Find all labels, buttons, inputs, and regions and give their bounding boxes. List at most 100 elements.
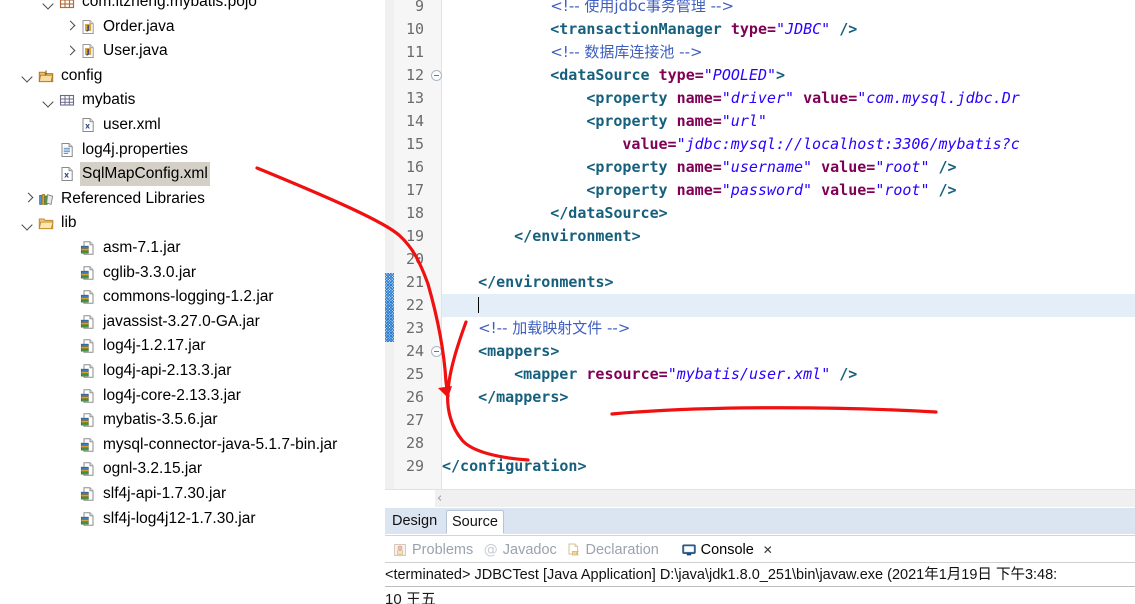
tree-item-mysql-connector-java-5-1-7-bin-jar[interactable]: mysql-connector-java-5.1.7-bin.jar	[0, 433, 358, 457]
code-line[interactable]: </environment>	[442, 225, 1135, 248]
chevron-down-icon[interactable]	[43, 94, 56, 107]
fold-collapse-icon[interactable]	[431, 346, 442, 357]
code-line[interactable]: </environments>	[442, 271, 1135, 294]
tree-item-label: javassist-3.27.0-GA.jar	[103, 312, 260, 330]
line-number: 11	[405, 43, 424, 61]
code-line[interactable]: <property name="driver" value="com.mysql…	[442, 87, 1135, 110]
code-line[interactable]	[442, 294, 1135, 317]
code-line[interactable]: </dataSource>	[442, 202, 1135, 225]
fold-collapse-icon[interactable]	[431, 70, 442, 81]
tree-item-commons-logging-1-2-jar[interactable]: commons-logging-1.2.jar	[0, 285, 358, 309]
code-line[interactable]: <mapper resource="mybatis/user.xml" />	[442, 363, 1135, 386]
code-line[interactable]: value="jdbc:mysql://localhost:3306/mybat…	[442, 133, 1135, 156]
jar-file-icon	[80, 461, 96, 477]
code-line[interactable]: <dataSource type="POOLED">	[442, 64, 1135, 87]
tree-item-lib[interactable]: lib	[0, 211, 358, 235]
changed-lines-marker	[385, 273, 394, 342]
line-number: 20	[405, 250, 424, 268]
chevron-right-icon[interactable]	[22, 192, 35, 205]
scrollbar-left-cap	[385, 490, 435, 507]
line-number: 10	[405, 20, 424, 38]
line-number-gutter: 9 10 11 12 13 14 15 16 17 18 19 20 21 22 23 24 25 26 27 28 2…	[394, 0, 442, 492]
editor-horizontal-scrollbar[interactable]: ‹	[385, 489, 1135, 507]
close-icon[interactable]: ✕	[763, 538, 773, 562]
chevron-down-icon[interactable]	[22, 69, 35, 82]
tree-item-label: mysql-connector-java-5.1.7-bin.jar	[103, 435, 338, 453]
tree-item-log4j-api-2-13-3-jar[interactable]: log4j-api-2.13.3.jar	[0, 359, 358, 383]
line-number: 12	[405, 66, 424, 84]
tree-item-user-xml[interactable]: x user.xml	[0, 113, 358, 137]
code-line[interactable]: <property name="username" value="root" /…	[442, 156, 1135, 179]
line-number: 28	[405, 434, 424, 452]
tree-item-label: SqlMapConfig.xml	[80, 162, 210, 187]
tree-item-cglib-3-3-0-jar[interactable]: cglib-3.3.0.jar	[0, 261, 358, 285]
tree-item-slf4j-log4j12-1-7-30-jar[interactable]: slf4j-log4j12-1.7.30.jar	[0, 507, 358, 531]
tree-item-mybatis-3-5-6-jar[interactable]: mybatis-3.5.6.jar	[0, 408, 358, 432]
tree-item-label: lib	[61, 214, 77, 232]
tree-twisty-none	[64, 414, 77, 427]
code-area[interactable]: <!-- 使用jdbc事务管理 --> <transactionManager t…	[442, 0, 1135, 492]
line-number: 26	[405, 388, 424, 406]
package-icon	[59, 0, 75, 10]
tree-item-label: ognl-3.2.15.jar	[103, 460, 203, 478]
tree-twisty-none	[64, 438, 77, 451]
code-line[interactable]: <!-- 加载映射文件 -->	[442, 317, 1135, 340]
tree-item-label: config	[61, 66, 103, 84]
code-line[interactable]	[442, 248, 1135, 271]
code-line[interactable]: </configuration>	[442, 455, 1135, 478]
chevron-right-icon[interactable]	[64, 20, 77, 33]
tree-item-log4j-core-2-13-3-jar[interactable]: log4j-core-2.13.3.jar	[0, 384, 358, 408]
source-folder-icon: J	[38, 68, 54, 84]
chevron-right-icon[interactable]	[64, 45, 77, 58]
code-line[interactable]: <property name="url"	[442, 110, 1135, 133]
tree-item-label: asm-7.1.jar	[103, 239, 181, 256]
tree-item-label: log4j.properties	[82, 140, 188, 158]
code-line[interactable]: <mappers>	[442, 340, 1135, 363]
change-ruler	[385, 0, 394, 492]
console-icon	[681, 542, 697, 558]
java-file-icon: J	[80, 19, 96, 35]
tree-item-sqlmapconfig-xml[interactable]: x SqlMapConfig.xml	[0, 162, 358, 187]
tree-item-asm-7-1-jar[interactable]: asm-7.1.jar	[0, 236, 358, 260]
code-line[interactable]: <transactionManager type="JDBC" />	[442, 18, 1135, 41]
code-line[interactable]: <property name="password" value="root" /…	[442, 179, 1135, 202]
console-view[interactable]: <terminated> JDBCTest [Java Application]…	[385, 562, 1135, 604]
tree-item-javassist-3-27-0-ga-jar[interactable]: javassist-3.27.0-GA.jar	[0, 310, 358, 334]
tree-item-order-java[interactable]: J Order.java	[0, 15, 358, 39]
chevron-down-icon[interactable]	[22, 217, 35, 230]
tree-item-com-itzheng-mybatis-pojo[interactable]: com.itzheng.mybatis.pojo	[0, 0, 358, 14]
tree-item-ognl-3-2-15-jar[interactable]: ognl-3.2.15.jar	[0, 457, 358, 481]
tree-item-label: log4j-1.2.17.jar	[103, 337, 206, 355]
chevron-down-icon[interactable]	[43, 0, 56, 9]
code-line[interactable]: </mappers>	[442, 386, 1135, 409]
tree-item-mybatis[interactable]: mybatis	[0, 88, 358, 112]
bottom-view-tabs[interactable]: Problems @ Javadoc Declaration Console ✕	[385, 535, 1135, 564]
tree-item-log4j-1-2-17-jar[interactable]: log4j-1.2.17.jar	[0, 334, 358, 358]
view-tab-console[interactable]: Console ✕	[675, 538, 779, 564]
editor-mode-tabs[interactable]: Design Source	[385, 508, 1135, 534]
code-line[interactable]: <!-- 使用jdbc事务管理 -->	[442, 0, 1135, 18]
view-tab-declaration[interactable]: Declaration	[561, 538, 664, 562]
code-line[interactable]: <!-- 数据库连接池 -->	[442, 41, 1135, 64]
problems-icon	[392, 542, 408, 558]
tree-item-label: slf4j-log4j12-1.7.30.jar	[103, 509, 256, 527]
line-number: 27	[405, 411, 424, 429]
tree-item-referenced-libraries[interactable]: Referenced Libraries	[0, 187, 358, 211]
view-tab-label: Problems	[412, 542, 474, 558]
view-tab-problems[interactable]: Problems	[387, 538, 478, 562]
tree-item-slf4j-api-1-7-30-jar[interactable]: slf4j-api-1.7.30.jar	[0, 482, 358, 506]
referenced-libraries-icon	[38, 191, 54, 207]
tree-item-log4j-properties[interactable]: log4j.properties	[0, 138, 358, 162]
xml-code-editor[interactable]: 9 10 11 12 13 14 15 16 17 18 19 20 21 22 23 24 25 26 27 28 2…	[385, 0, 1135, 492]
tab-design[interactable]: Design	[387, 510, 443, 534]
tree-twisty-none	[64, 340, 77, 353]
scroll-left-arrow[interactable]: ‹	[437, 492, 442, 505]
tree-item-config[interactable]: Jconfig	[0, 64, 358, 88]
tab-source[interactable]: Source	[446, 510, 504, 534]
java-file-icon: J	[80, 43, 96, 59]
package-explorer[interactable]: com.itzheng.mybatis.pojo J Order.java J User…	[0, 0, 358, 604]
code-line[interactable]	[442, 409, 1135, 432]
view-tab-javadoc[interactable]: @ Javadoc	[478, 538, 562, 562]
code-line[interactable]	[442, 432, 1135, 455]
tree-item-user-java[interactable]: J User.java	[0, 39, 358, 63]
